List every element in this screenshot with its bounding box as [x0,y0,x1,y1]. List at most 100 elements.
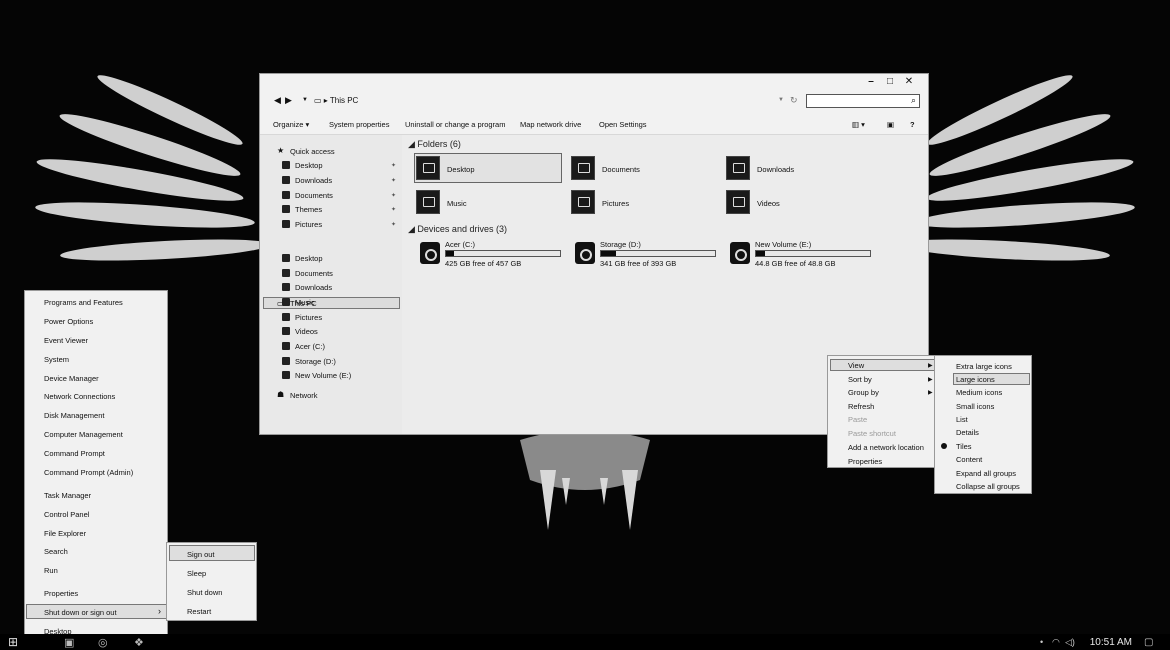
menu-command-prompt[interactable]: Command Prompt [44,449,105,458]
menu-restart[interactable]: Restart [187,607,211,616]
folder-pictures[interactable]: Pictures [602,199,629,208]
view-list[interactable]: List [956,415,968,424]
view-extra-large-icons[interactable]: Extra large icons [956,362,1012,371]
forward-arrow-icon[interactable]: ▶ [285,95,292,106]
minimize-button[interactable]: – [863,76,879,88]
task-view-icon[interactable]: ▣ [64,636,74,649]
folder-downloads[interactable]: Downloads [757,165,794,174]
uninstall-program-button[interactable]: Uninstall or change a program [405,120,505,129]
nav-quick-documents[interactable]: Documents [295,191,333,200]
menu-task-manager[interactable]: Task Manager [44,491,91,500]
recent-locations-icon[interactable]: ▼ [302,97,308,103]
breadcrumb-this-pc[interactable]: This PC [330,96,358,105]
menu-run[interactable]: Run [44,566,58,575]
organize-button[interactable]: Organize ▾ [273,120,309,129]
menu-properties[interactable]: Properties [44,589,78,598]
nav-pc-music[interactable]: Music [295,298,315,307]
back-arrow-icon[interactable]: ◀ [274,95,281,106]
menu-sign-out[interactable]: Sign out [187,550,215,559]
menu-sleep[interactable]: Sleep [187,569,206,578]
view-expand-all-groups[interactable]: Expand all groups [956,469,1016,478]
menu-device-manager[interactable]: Device Manager [44,374,99,383]
menu-control-panel[interactable]: Control Panel [44,510,89,519]
notification-icon[interactable]: ▢ [1144,637,1153,648]
view-item-selection[interactable] [830,359,935,371]
tray-overflow-icon[interactable]: • [1040,637,1043,647]
menu-shut-down[interactable]: Shut down [187,588,222,597]
nav-quick-pictures[interactable]: Pictures [295,220,322,229]
view-large-icons[interactable]: Large icons [956,375,995,384]
ctx-group-by[interactable]: Group by [848,388,879,397]
menu-computer-management[interactable]: Computer Management [44,430,123,439]
drive-e-name[interactable]: New Volume (E:) [755,240,811,249]
preview-pane-icon[interactable]: ▣ [887,120,894,129]
menu-search[interactable]: Search [44,547,68,556]
breadcrumb[interactable]: ▭ ▸ This PC [314,96,358,105]
menu-system[interactable]: System [44,355,69,364]
network-icon[interactable]: ◠ [1052,637,1060,648]
folder-documents[interactable]: Documents [602,165,640,174]
view-details[interactable]: Details [956,428,979,437]
menu-disk-management[interactable]: Disk Management [44,411,104,420]
open-settings-button[interactable]: Open Settings [599,120,647,129]
folders-group-header[interactable]: ◢ Folders (6) [408,139,461,150]
drive-c-name[interactable]: Acer (C:) [445,240,475,249]
clock[interactable]: 10:51 AM [1090,637,1132,648]
ctx-paste-shortcut[interactable]: Paste shortcut [848,429,896,438]
browser-icon[interactable]: ◎ [98,636,108,649]
view-medium-icons[interactable]: Medium icons [956,388,1002,397]
ctx-view[interactable]: View [848,361,864,370]
map-network-drive-button[interactable]: Map network drive [520,120,581,129]
nav-pc-pictures[interactable]: Pictures [295,313,322,322]
address-dropdown-icon[interactable]: ▼ [778,97,784,103]
start-button-icon[interactable]: ⊞ [8,635,18,649]
menu-shutdown-signout[interactable]: Shut down or sign out [44,608,117,617]
menu-network-connections[interactable]: Network Connections [44,392,115,401]
folder-music[interactable]: Music [447,199,467,208]
drive-e-usage-fill [756,251,766,256]
ctx-refresh[interactable]: Refresh [848,402,874,411]
folder-desktop[interactable]: Desktop [447,165,475,174]
drive-d-name[interactable]: Storage (D:) [600,240,641,249]
menu-programs-features[interactable]: Programs and Features [44,298,123,307]
view-content[interactable]: Content [956,455,982,464]
system-properties-button[interactable]: System properties [329,120,389,129]
view-collapse-all-groups[interactable]: Collapse all groups [956,482,1020,491]
ctx-sort-by[interactable]: Sort by [848,375,872,384]
nav-quick-downloads[interactable]: Downloads [295,176,332,185]
nav-pc-desktop[interactable]: Desktop [295,254,323,263]
nav-drive-e[interactable]: New Volume (E:) [295,371,351,380]
nav-drive-c[interactable]: Acer (C:) [295,342,325,351]
menu-power-options[interactable]: Power Options [44,317,93,326]
refresh-icon[interactable]: ↻ [790,95,798,106]
nav-pc-downloads[interactable]: Downloads [295,283,332,292]
nav-pc-videos[interactable]: Videos [295,327,318,336]
volume-icon[interactable]: ◁) [1065,637,1075,648]
nav-drive-d[interactable]: Storage (D:) [295,357,336,366]
menu-file-explorer[interactable]: File Explorer [44,529,86,538]
help-icon[interactable]: ? [910,120,915,129]
drives-group-header[interactable]: ◢ Devices and drives (3) [408,224,507,235]
drive-icon [730,242,750,264]
menu-command-prompt-admin[interactable]: Command Prompt (Admin) [44,468,133,477]
maximize-button[interactable]: □ [882,76,898,88]
folder-videos[interactable]: Videos [757,199,780,208]
drive-icon [282,357,290,365]
menu-event-viewer[interactable]: Event Viewer [44,336,88,345]
change-view-icon[interactable]: ▥ ▾ [852,120,865,129]
nav-quick-desktop[interactable]: Desktop [295,161,323,170]
search-input[interactable]: ⌕ [806,94,920,108]
nav-quick-themes[interactable]: Themes [295,205,322,214]
star-icon: ★ [277,146,285,155]
ctx-properties[interactable]: Properties [848,457,882,466]
view-small-icons[interactable]: Small icons [956,402,994,411]
ctx-add-network-location[interactable]: Add a network location [848,443,924,452]
nav-quick-access[interactable]: Quick access [290,147,335,156]
view-tiles[interactable]: Tiles [956,442,972,451]
nav-network[interactable]: Network [290,391,318,400]
title-bar[interactable]: – □ ✕ [260,74,928,90]
close-button[interactable]: ✕ [901,76,917,88]
nav-pc-documents[interactable]: Documents [295,269,333,278]
ctx-paste[interactable]: Paste [848,415,867,424]
explorer-taskbar-icon[interactable]: ❖ [134,636,144,649]
